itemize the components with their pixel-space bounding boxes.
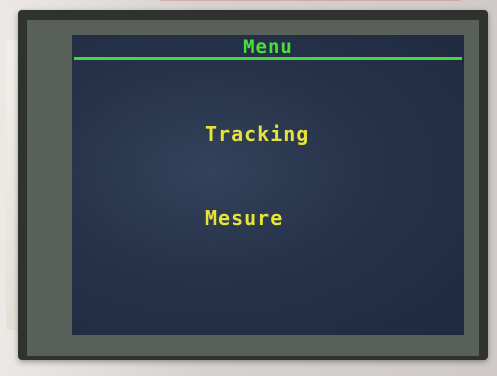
menu-title-underline <box>74 57 462 60</box>
menu-title: Menu <box>243 36 293 58</box>
menu-item-tracking[interactable]: Tracking <box>205 122 309 146</box>
wire <box>160 0 460 7</box>
menu-item-mesure[interactable]: Mesure <box>205 206 283 230</box>
lcd-screen <box>72 35 464 335</box>
